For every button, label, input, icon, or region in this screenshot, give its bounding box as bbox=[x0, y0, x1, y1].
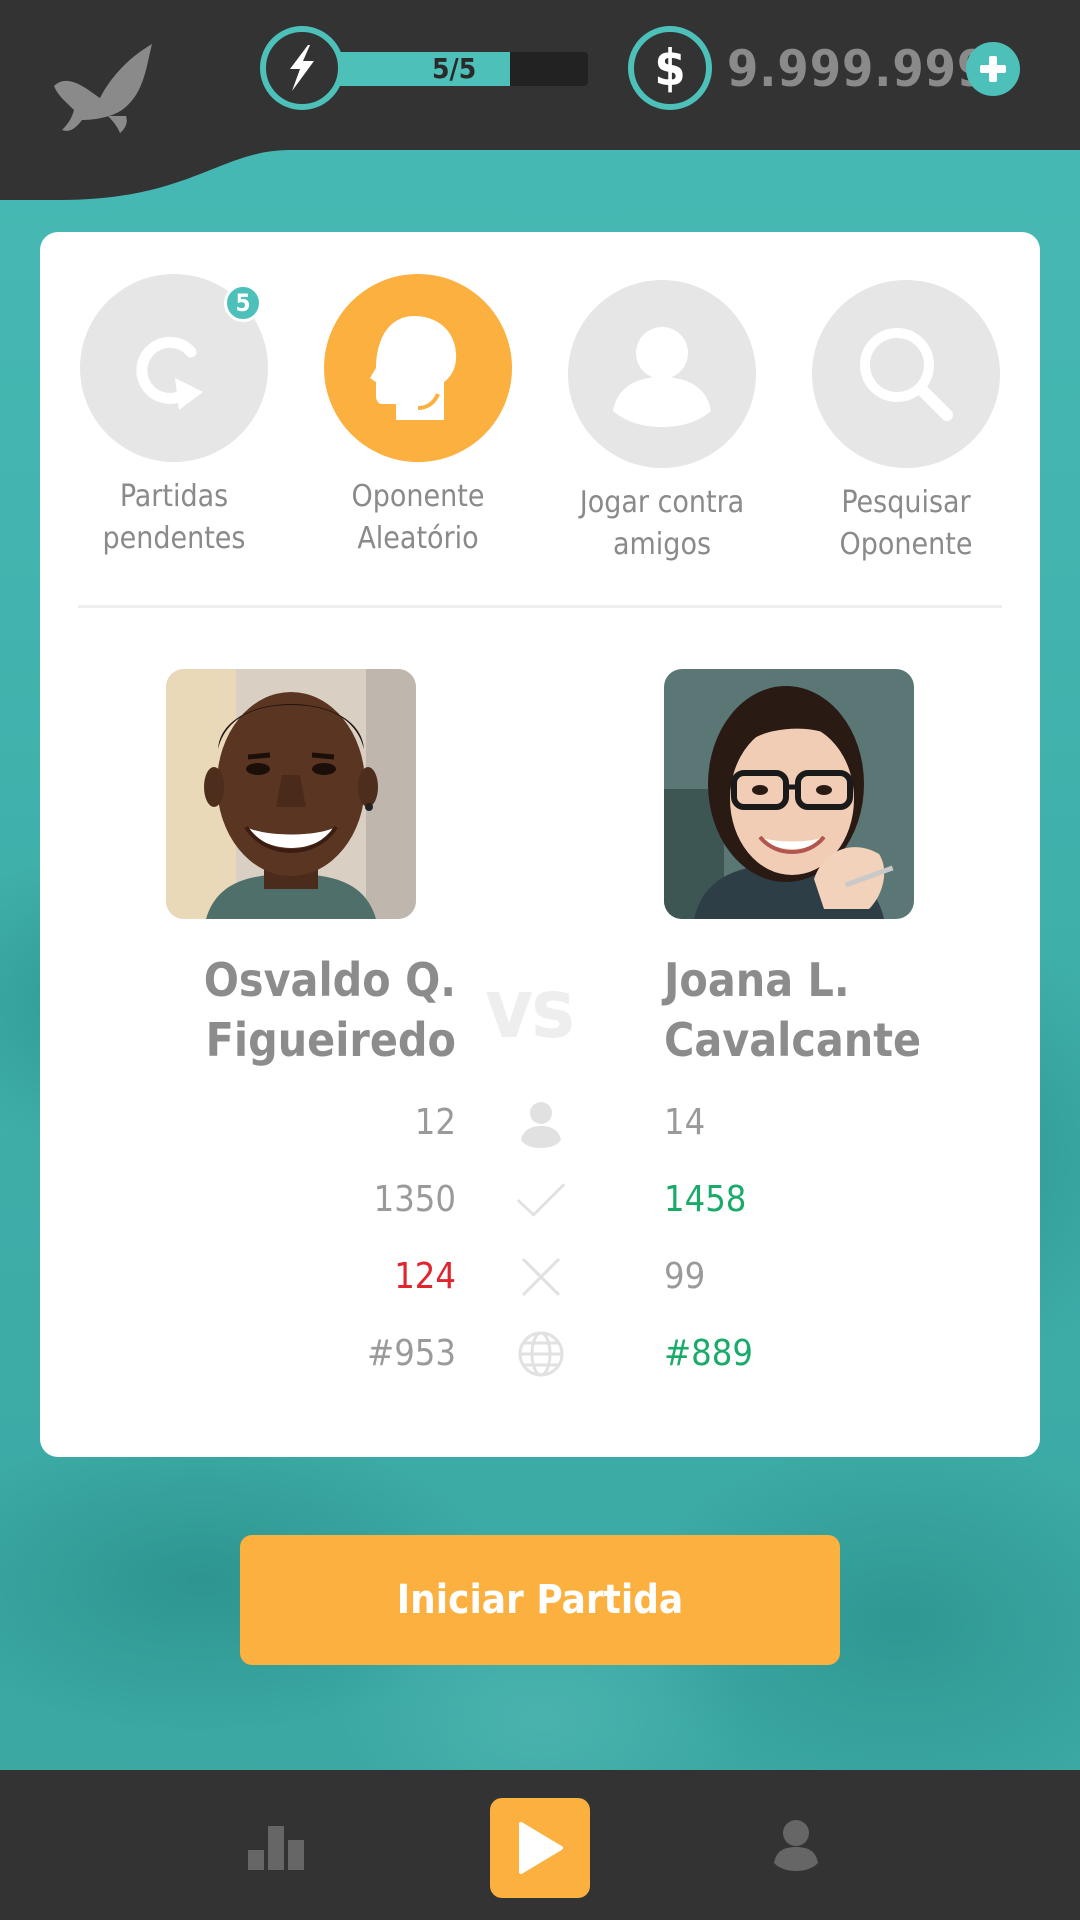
match-card: 5 Partidas pendentes Oponente Aleatório … bbox=[40, 232, 1040, 1457]
nav-ranking[interactable] bbox=[186, 1770, 366, 1920]
divider bbox=[78, 605, 1002, 608]
player1-level: 12 bbox=[414, 1102, 456, 1143]
coin-icon: $ bbox=[628, 26, 712, 110]
player1-ranking: #953 bbox=[367, 1333, 456, 1374]
player2-photo bbox=[664, 669, 914, 919]
head-icon bbox=[370, 316, 457, 420]
coin-balance: 9.999.999 bbox=[727, 40, 990, 98]
user-icon bbox=[613, 327, 711, 427]
mode-random-opponent[interactable]: Oponente Aleatório bbox=[318, 274, 518, 560]
mode-friends-circle bbox=[568, 280, 756, 468]
stat-cross-icon bbox=[515, 1251, 567, 1303]
play-icon bbox=[519, 1822, 563, 1874]
pending-count-badge: 5 bbox=[224, 284, 262, 322]
start-match-button[interactable]: Iniciar Partida bbox=[240, 1535, 840, 1665]
vs-label: vs bbox=[485, 962, 575, 1057]
mode-pending-matches[interactable]: 5 Partidas pendentes bbox=[74, 274, 274, 560]
bird-logo-icon bbox=[54, 44, 152, 133]
nav-profile[interactable] bbox=[706, 1770, 886, 1920]
player2-wins: 1458 bbox=[664, 1179, 747, 1220]
mode-label: Jogar contra amigos bbox=[579, 485, 745, 562]
top-bar-shape bbox=[0, 0, 1080, 200]
bottom-nav bbox=[0, 1770, 1080, 1920]
add-coins-button[interactable] bbox=[966, 42, 1020, 96]
mode-random-circle bbox=[324, 274, 512, 462]
nav-play[interactable] bbox=[490, 1798, 590, 1898]
player2-losses: 99 bbox=[664, 1256, 706, 1297]
mode-label: Oponente Aleatório bbox=[351, 479, 485, 556]
player2-ranking: #889 bbox=[664, 1333, 753, 1374]
mode-label: Partidas pendentes bbox=[102, 479, 246, 556]
player1-wins: 1350 bbox=[373, 1179, 456, 1220]
mode-search-opponent[interactable]: Pesquisar Oponente bbox=[806, 280, 1006, 566]
plus-icon bbox=[980, 56, 1006, 82]
search-icon bbox=[860, 328, 953, 421]
mode-label: Pesquisar Oponente bbox=[839, 485, 973, 562]
player1-name: Osvaldo Q. Figueiredo bbox=[203, 953, 456, 1067]
refresh-icon bbox=[136, 336, 203, 410]
player2-level: 14 bbox=[664, 1102, 706, 1143]
profile-icon bbox=[774, 1820, 818, 1871]
mode-search-circle bbox=[812, 280, 1000, 468]
stat-check-icon bbox=[515, 1174, 567, 1226]
top-bar: 5/5 $ 9.999.999 bbox=[0, 0, 1080, 205]
player2-name: Joana L. Cavalcante bbox=[664, 953, 922, 1067]
stat-user-icon bbox=[515, 1098, 567, 1150]
stat-globe-icon bbox=[515, 1328, 567, 1380]
mode-play-with-friends[interactable]: Jogar contra amigos bbox=[562, 280, 762, 566]
mode-pending-circle: 5 bbox=[80, 274, 268, 462]
energy-count: 5/5 bbox=[432, 52, 477, 85]
player1-losses: 124 bbox=[394, 1256, 456, 1297]
ranking-icon bbox=[248, 1826, 304, 1870]
energy-icon-ring bbox=[260, 26, 344, 110]
lightning-icon bbox=[290, 45, 314, 91]
player2-avatar bbox=[664, 669, 914, 919]
player1-photo bbox=[166, 669, 416, 919]
player1-avatar bbox=[166, 669, 416, 919]
